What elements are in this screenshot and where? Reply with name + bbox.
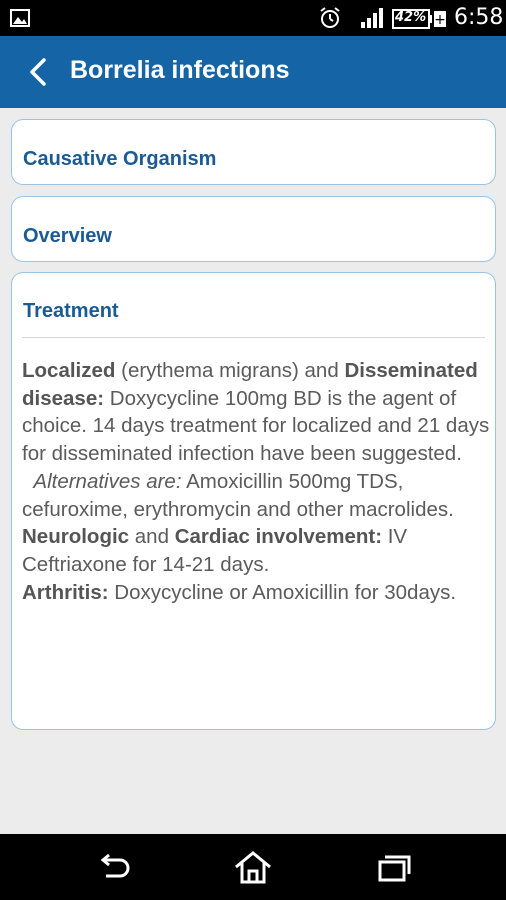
alternatives-label: Alternatives are:	[33, 469, 182, 493]
section-title: Causative Organism	[23, 148, 217, 170]
back-chevron-icon[interactable]	[26, 56, 50, 88]
text: (erythema migrans) and	[115, 359, 345, 382]
term-neurologic: Neurologic	[22, 525, 130, 549]
signal-icon	[361, 8, 383, 28]
svg-text:+: +	[434, 12, 446, 28]
battery-percent: 42%	[395, 10, 427, 25]
text: Doxycycline or Amoxicillin for 30days.	[108, 580, 457, 604]
clock: 6:58	[454, 5, 504, 30]
section-title: Treatment	[23, 300, 119, 322]
page-title: Borrelia infections	[70, 56, 290, 84]
home-icon[interactable]	[233, 850, 273, 884]
navigation-bar	[0, 834, 506, 900]
term-cardiac: Cardiac involvement:	[174, 525, 383, 549]
section-treatment[interactable]: Treatment Localized (erythema migrans) a…	[11, 272, 496, 730]
main-content: Causative Organism Overview Treatment Lo…	[0, 108, 506, 834]
app-bar: Borrelia infections	[0, 36, 506, 108]
status-bar: + 42% 6:58	[0, 0, 506, 36]
recents-icon[interactable]	[374, 850, 414, 884]
treatment-text: Localized (erythema migrans) and Dissemi…	[22, 357, 492, 606]
divider	[22, 337, 485, 338]
term-localized: Localized	[22, 359, 116, 382]
section-overview[interactable]: Overview	[11, 196, 496, 262]
image-notification-icon	[10, 9, 30, 27]
section-title: Overview	[23, 225, 112, 247]
back-icon[interactable]	[94, 850, 134, 884]
term-arthritis: Arthritis:	[22, 580, 109, 604]
section-causative-organism[interactable]: Causative Organism	[11, 119, 496, 185]
battery-indicator: + 42%	[392, 9, 446, 29]
text: and	[129, 525, 175, 549]
alarm-icon	[320, 7, 340, 28]
